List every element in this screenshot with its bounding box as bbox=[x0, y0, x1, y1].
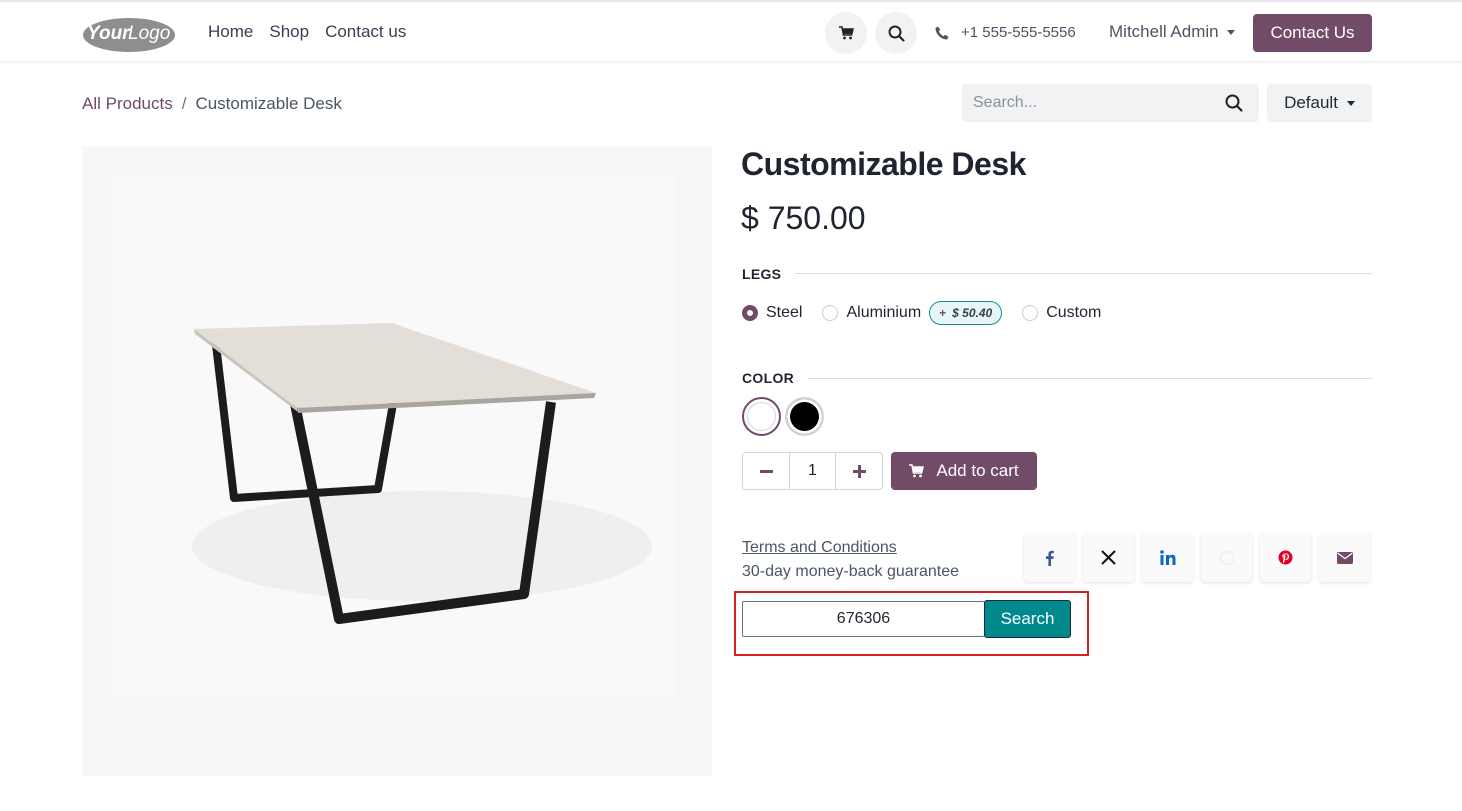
pinterest-icon bbox=[1278, 550, 1293, 565]
minus-icon bbox=[759, 469, 773, 473]
quantity-increase-button[interactable] bbox=[836, 453, 882, 489]
legs-option-aluminium[interactable]: Aluminium bbox=[822, 304, 921, 322]
product-search-input[interactable] bbox=[962, 84, 1212, 122]
phone-number: +1 555-555-5556 bbox=[961, 24, 1076, 41]
plus-icon bbox=[852, 464, 866, 478]
site-logo[interactable]: Your Logo bbox=[82, 15, 176, 53]
search-icon bbox=[888, 25, 905, 42]
whatsapp-icon bbox=[1219, 550, 1234, 565]
quantity-stepper: 1 bbox=[742, 452, 883, 490]
user-menu[interactable]: Mitchell Admin bbox=[1109, 22, 1235, 42]
cart-button[interactable] bbox=[825, 12, 867, 54]
quantity-value[interactable]: 1 bbox=[789, 453, 836, 489]
code-input[interactable] bbox=[742, 601, 985, 637]
add-to-cart-button[interactable]: Add to cart bbox=[891, 452, 1037, 490]
legs-divider bbox=[795, 273, 1372, 274]
color-divider bbox=[808, 378, 1372, 379]
quantity-decrease-button[interactable] bbox=[743, 453, 789, 489]
share-email-button[interactable] bbox=[1319, 533, 1370, 582]
radio-aluminium[interactable] bbox=[822, 305, 839, 321]
share-facebook-button[interactable] bbox=[1024, 533, 1075, 582]
main-nav: Home Shop Contact us bbox=[208, 22, 406, 42]
extra-price-badge: + $ 50.40 bbox=[929, 301, 1003, 325]
user-name: Mitchell Admin bbox=[1109, 22, 1219, 41]
breadcrumb: All Products / Customizable Desk bbox=[82, 94, 342, 114]
share-linkedin-button[interactable] bbox=[1142, 533, 1193, 582]
nav-shop[interactable]: Shop bbox=[269, 22, 309, 42]
chevron-down-icon bbox=[1346, 100, 1355, 106]
legs-option-steel[interactable]: Steel bbox=[742, 304, 802, 322]
product-price: $ 750.00 bbox=[741, 200, 866, 236]
radio-steel[interactable] bbox=[742, 305, 758, 321]
site-header: Your Logo Home Shop Contact us +1 555-55… bbox=[0, 0, 1462, 62]
svg-text:Logo: Logo bbox=[128, 23, 170, 44]
chevron-down-icon bbox=[1226, 29, 1235, 35]
breadcrumb-current: Customizable Desk bbox=[195, 94, 342, 113]
linkedin-icon bbox=[1159, 550, 1175, 565]
code-search-button[interactable]: Search bbox=[984, 600, 1071, 638]
guarantee-text: 30-day money-back guarantee bbox=[742, 563, 960, 580]
legs-option-label: Custom bbox=[1046, 304, 1102, 321]
share-pinterest-button[interactable] bbox=[1260, 533, 1311, 582]
sort-label: Default bbox=[1284, 93, 1338, 112]
legs-label: LEGS bbox=[742, 266, 782, 282]
sort-dropdown[interactable]: Default bbox=[1267, 84, 1372, 122]
product-image bbox=[82, 146, 712, 776]
product-title: Customizable Desk bbox=[741, 146, 1026, 182]
phone-icon bbox=[935, 26, 949, 39]
legs-option-label: Steel bbox=[766, 304, 803, 321]
terms-link[interactable]: Terms and Conditions bbox=[742, 539, 897, 557]
extra-price-value: $ 50.40 bbox=[952, 306, 993, 320]
legs-options: Steel Aluminium + $ 50.40 Custom bbox=[742, 301, 1121, 325]
share-whatsapp-button[interactable] bbox=[1201, 533, 1252, 582]
cart-icon bbox=[909, 464, 925, 478]
color-swatch-black[interactable] bbox=[785, 397, 824, 436]
x-icon bbox=[1101, 550, 1116, 565]
breadcrumb-separator: / bbox=[181, 94, 187, 113]
cart-icon bbox=[838, 26, 854, 40]
phone-contact[interactable]: +1 555-555-5556 bbox=[935, 24, 1076, 41]
legs-option-custom[interactable]: Custom bbox=[1022, 304, 1101, 322]
facebook-icon bbox=[1046, 550, 1054, 566]
contact-us-button[interactable]: Contact Us bbox=[1253, 14, 1372, 52]
radio-custom[interactable] bbox=[1022, 305, 1039, 321]
search-icon[interactable] bbox=[1225, 94, 1243, 117]
nav-contact[interactable]: Contact us bbox=[325, 22, 406, 42]
header-search-button[interactable] bbox=[875, 12, 917, 54]
nav-home[interactable]: Home bbox=[208, 22, 253, 42]
email-icon bbox=[1336, 551, 1353, 564]
product-search bbox=[962, 84, 1259, 122]
color-label: COLOR bbox=[742, 370, 795, 386]
breadcrumb-all-products[interactable]: All Products bbox=[82, 94, 173, 114]
color-swatch-white[interactable] bbox=[742, 397, 781, 436]
svg-text:Your: Your bbox=[87, 23, 131, 44]
add-to-cart-label: Add to cart bbox=[936, 461, 1019, 480]
extra-price-plus: + bbox=[939, 306, 947, 320]
legs-option-label: Aluminium bbox=[846, 304, 922, 321]
share-x-button[interactable] bbox=[1083, 533, 1134, 582]
